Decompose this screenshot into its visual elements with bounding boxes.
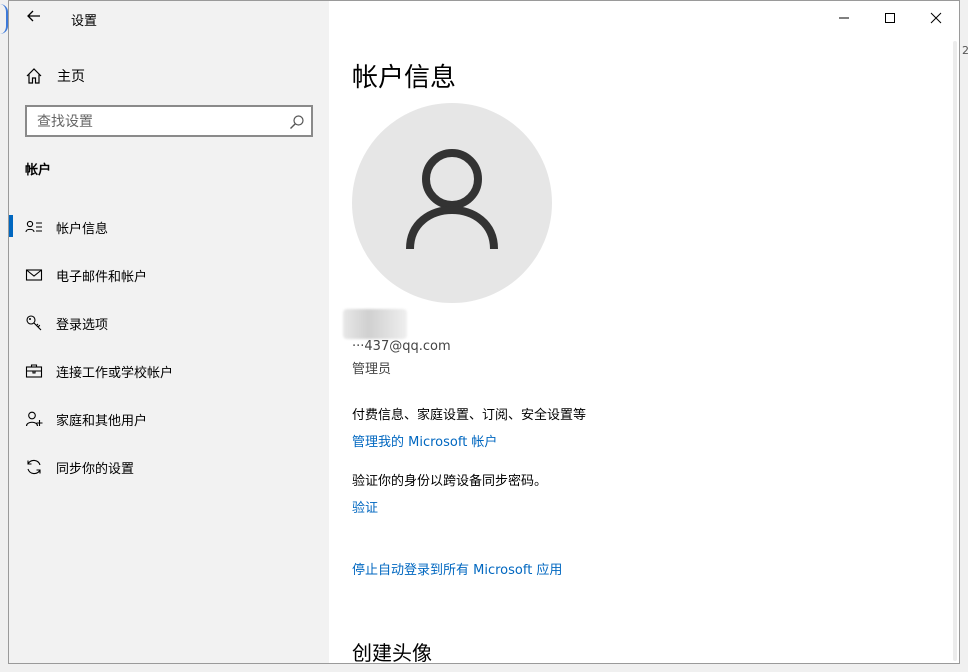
avatar <box>352 103 552 303</box>
scrollbar[interactable] <box>953 41 957 661</box>
sidebar-item-email-accounts[interactable]: 电子邮件和帐户 <box>9 251 329 299</box>
user-role: 管理员 <box>352 362 392 377</box>
sidebar-item-family-users[interactable]: 家庭和其他用户 <box>9 395 329 443</box>
person-add-icon <box>25 410 43 428</box>
titlebar-left: 设置 <box>9 1 329 35</box>
sidebar: 设置 主页 帐户 帐户信息 <box>9 1 329 663</box>
person-list-icon <box>25 218 43 236</box>
briefcase-icon <box>25 362 43 380</box>
sidebar-item-label: 同步你的设置 <box>56 462 135 477</box>
mail-icon <box>25 266 43 284</box>
sidebar-item-label: 连接工作或学校帐户 <box>56 366 174 381</box>
user-email: ···437@qq.com <box>352 339 451 354</box>
background-window-text: 2 <box>962 44 968 57</box>
sidebar-item-home[interactable]: 主页 <box>9 59 329 91</box>
close-button[interactable] <box>913 1 959 35</box>
app-title: 设置 <box>71 14 98 29</box>
home-icon <box>25 67 43 85</box>
sidebar-nav: 帐户信息 电子邮件和帐户 登录选项 连接工作或学校帐户 家庭和其他用户 同步你的… <box>9 203 329 491</box>
back-arrow-icon <box>26 8 42 28</box>
verify-description: 验证你的身份以跨设备同步密码。 <box>352 474 548 489</box>
window-controls <box>821 1 959 35</box>
back-button[interactable] <box>17 5 51 31</box>
page-title: 帐户信息 <box>352 63 457 93</box>
sidebar-item-sync-settings[interactable]: 同步你的设置 <box>9 443 329 491</box>
sync-icon <box>25 458 43 476</box>
billing-description: 付费信息、家庭设置、订阅、安全设置等 <box>352 408 587 423</box>
maximize-icon <box>884 9 896 28</box>
search-icon[interactable] <box>289 114 305 130</box>
sidebar-item-label: 登录选项 <box>56 318 109 333</box>
section-title: 帐户 <box>25 163 52 178</box>
key-icon <box>25 314 43 332</box>
sidebar-item-label: 帐户信息 <box>56 222 109 237</box>
manage-account-link[interactable]: 管理我的 Microsoft 帐户 <box>352 431 497 450</box>
main-content: 帐户信息 ···437@qq.com 管理员 付费信息、家庭设置、订阅、安全设置… <box>329 1 959 663</box>
minimize-icon <box>838 9 850 28</box>
sidebar-item-work-school[interactable]: 连接工作或学校帐户 <box>9 347 329 395</box>
search-box[interactable] <box>25 105 313 137</box>
sidebar-item-label: 家庭和其他用户 <box>56 414 148 429</box>
user-silhouette-icon <box>404 149 500 257</box>
search-input[interactable] <box>35 111 284 133</box>
sidebar-item-account-info[interactable]: 帐户信息 <box>9 203 329 251</box>
settings-window: 设置 主页 帐户 帐户信息 <box>8 0 960 664</box>
background-window-edge <box>0 4 8 34</box>
minimize-button[interactable] <box>821 1 867 35</box>
stop-auto-signin-link[interactable]: 停止自动登录到所有 Microsoft 应用 <box>352 559 562 578</box>
user-name-redacted <box>343 309 407 339</box>
create-avatar-heading: 创建头像 <box>352 641 432 664</box>
selection-indicator <box>9 215 13 237</box>
close-icon <box>930 9 942 28</box>
sidebar-item-label: 主页 <box>57 69 85 85</box>
sidebar-item-sign-in-options[interactable]: 登录选项 <box>9 299 329 347</box>
sidebar-item-label: 电子邮件和帐户 <box>56 270 148 285</box>
verify-link[interactable]: 验证 <box>352 497 378 516</box>
maximize-button[interactable] <box>867 1 913 35</box>
